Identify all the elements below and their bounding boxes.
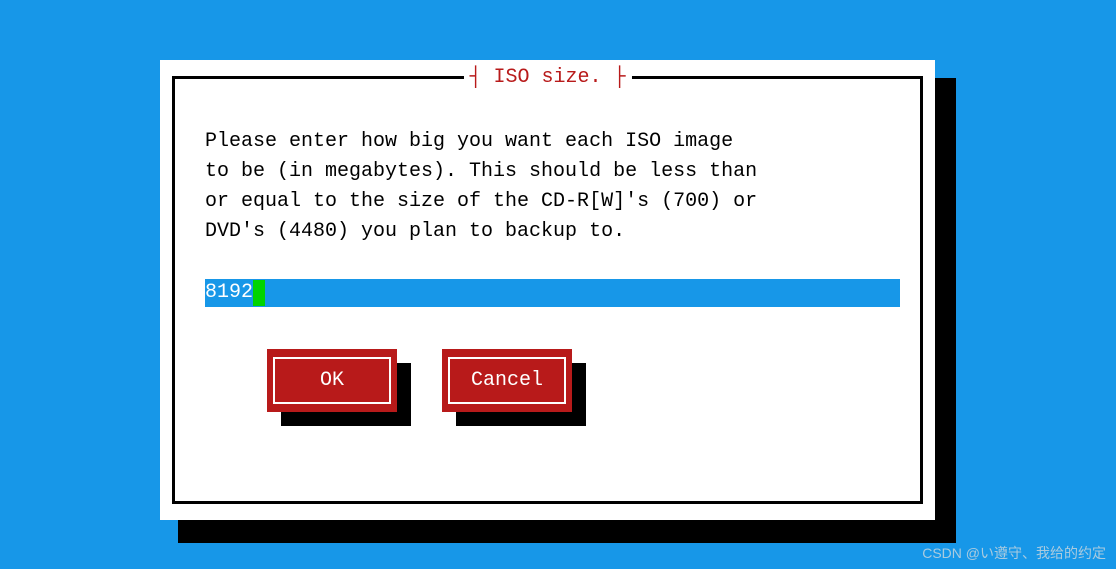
cancel-button[interactable]: Cancel xyxy=(442,349,572,412)
ok-button-label: OK xyxy=(273,357,391,404)
iso-size-dialog: ┤ ISO size. ├ Please enter how big you w… xyxy=(160,60,935,520)
watermark: CSDN @い遵守、我给的约定 xyxy=(922,543,1106,563)
input-value: 8192 xyxy=(205,279,253,307)
button-row: OK Cancel xyxy=(267,349,572,412)
ok-button[interactable]: OK xyxy=(267,349,397,412)
cancel-button-label: Cancel xyxy=(448,357,566,404)
dialog-title: ┤ ISO size. ├ xyxy=(463,66,631,89)
iso-size-input[interactable]: 8192 xyxy=(205,279,900,307)
dialog-border: ┤ ISO size. ├ Please enter how big you w… xyxy=(172,76,923,504)
cursor-icon xyxy=(253,280,265,306)
prompt-text: Please enter how big you want each ISO i… xyxy=(205,127,890,247)
